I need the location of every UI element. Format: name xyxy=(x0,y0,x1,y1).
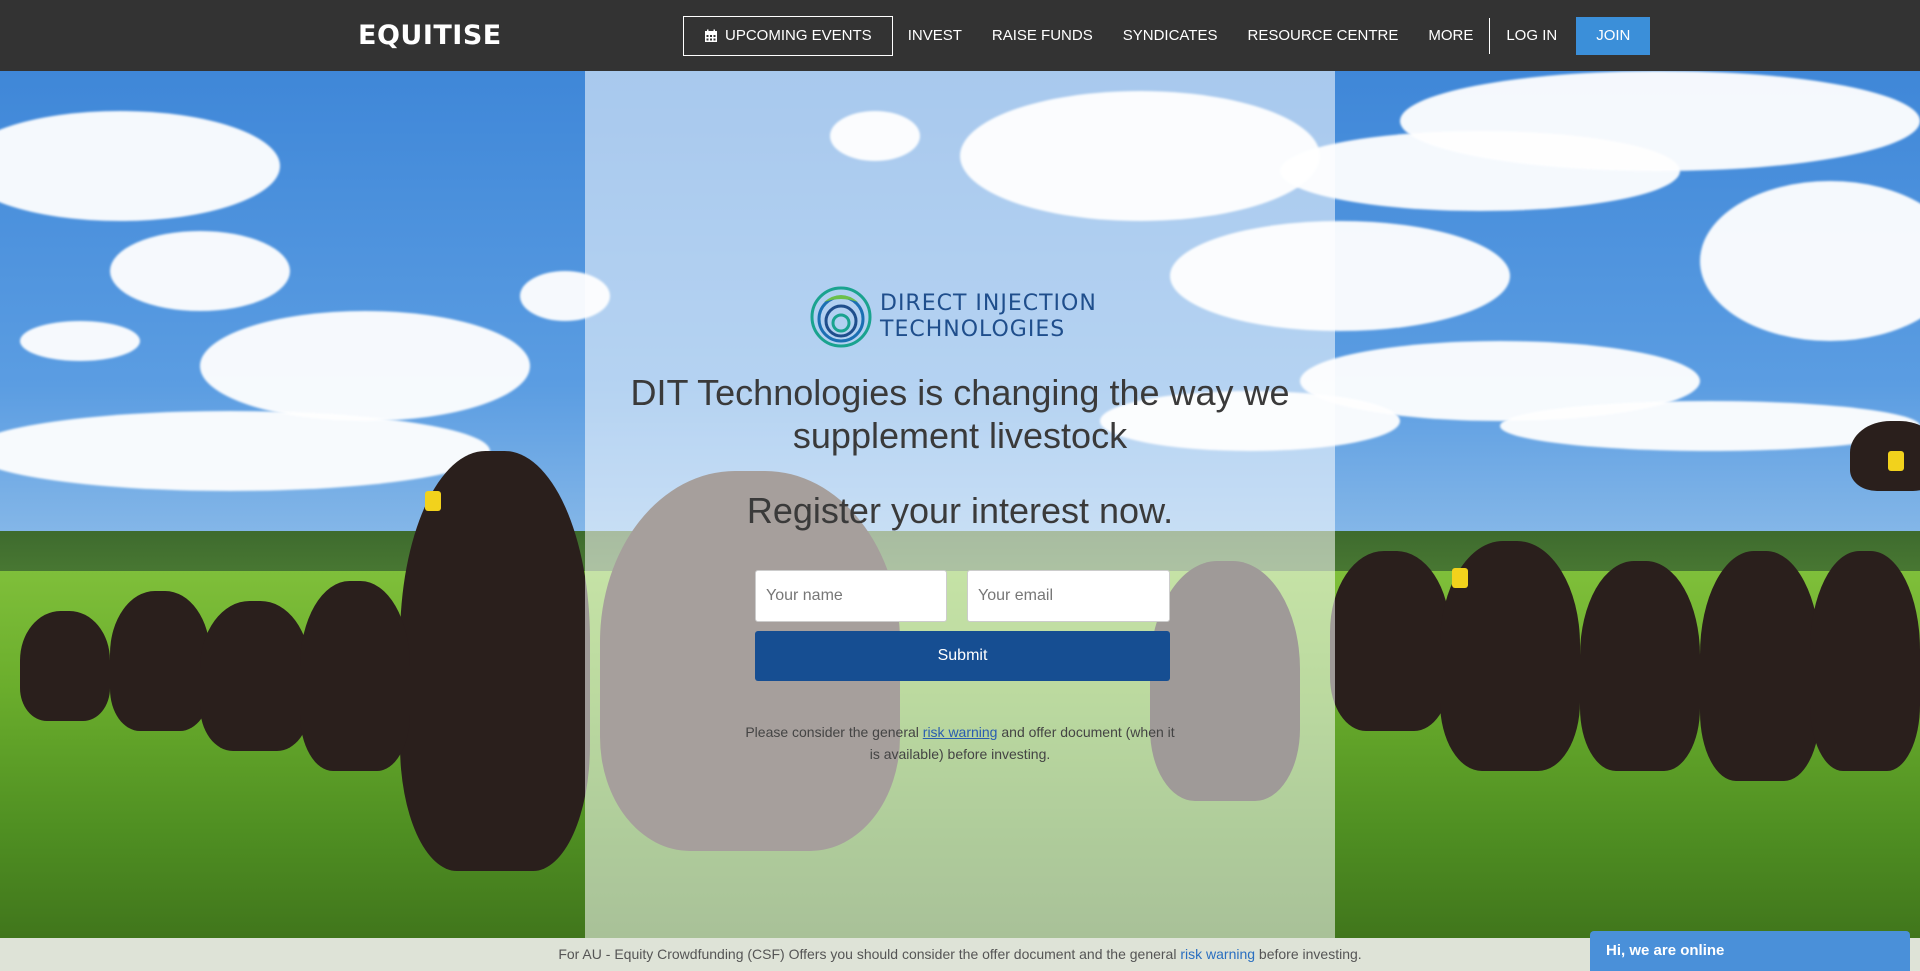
footer-text-before: For AU - Equity Crowdfunding (CSF) Offer… xyxy=(558,946,1181,962)
submit-button[interactable]: Submit xyxy=(755,631,1170,681)
cow xyxy=(300,581,410,771)
nav-link-more[interactable]: MORE xyxy=(1413,17,1488,55)
cow xyxy=(400,451,590,871)
login-link[interactable]: LOG IN xyxy=(1491,17,1572,55)
upcoming-events-button[interactable]: UPCOMING EVENTS xyxy=(683,16,893,56)
register-heading: Register your interest now. xyxy=(746,490,1174,531)
cow xyxy=(1700,551,1820,781)
footer-risk-warning-link[interactable]: risk warning xyxy=(1180,946,1255,962)
top-navigation-bar: EQUITISE UPCOMING EVENTS INVEST RAISE FU… xyxy=(0,0,1920,71)
cow xyxy=(110,591,210,731)
nav-link-resource-centre[interactable]: RESOURCE CENTRE xyxy=(1232,17,1413,55)
disclaimer-text-before: Please consider the general xyxy=(745,724,923,740)
nav-link-syndicates[interactable]: SYNDICATES xyxy=(1108,17,1233,55)
upcoming-events-label: UPCOMING EVENTS xyxy=(725,27,872,44)
cow xyxy=(1580,561,1700,771)
nav-link-raise-funds[interactable]: RAISE FUNDS xyxy=(977,17,1108,55)
footer-text-after: before investing. xyxy=(1255,946,1362,962)
page-headline: DIT Technologies is changing the way we … xyxy=(630,372,1290,456)
company-name-line1: DIRECT INJECTION xyxy=(880,291,1097,316)
registration-panel: DIRECT INJECTION TECHNOLOGIES DIT Techno… xyxy=(585,71,1335,938)
calendar-icon xyxy=(705,29,717,42)
ear-tag xyxy=(425,491,441,511)
risk-disclaimer: Please consider the general risk warning… xyxy=(745,721,1175,765)
nav-divider xyxy=(1489,18,1491,54)
ear-tag xyxy=(1452,568,1468,588)
cloud xyxy=(110,231,290,311)
cloud xyxy=(200,311,530,421)
cow xyxy=(200,601,310,751)
nav-links: UPCOMING EVENTS INVEST RAISE FUNDS SYNDI… xyxy=(683,16,1651,56)
join-button[interactable]: JOIN xyxy=(1576,17,1651,55)
live-chat-widget[interactable]: Hi, we are online xyxy=(1590,931,1910,971)
name-input[interactable] xyxy=(755,570,947,622)
company-name: DIRECT INJECTION TECHNOLOGIES xyxy=(880,291,1097,343)
cow xyxy=(1810,551,1920,771)
cow xyxy=(1850,421,1920,491)
cow xyxy=(1330,551,1450,731)
company-name-line2: TECHNOLOGIES xyxy=(880,317,1066,342)
nav-link-invest[interactable]: INVEST xyxy=(893,17,977,55)
cloud xyxy=(20,321,140,361)
cloud xyxy=(1400,71,1920,171)
ear-tag xyxy=(1888,451,1904,471)
cow xyxy=(20,611,110,721)
brand-logo[interactable]: EQUITISE xyxy=(358,20,502,51)
risk-warning-link[interactable]: risk warning xyxy=(923,724,998,740)
company-logo-icon xyxy=(810,286,872,348)
email-input[interactable] xyxy=(967,570,1170,622)
company-logo: DIRECT INJECTION TECHNOLOGIES xyxy=(810,286,1097,348)
